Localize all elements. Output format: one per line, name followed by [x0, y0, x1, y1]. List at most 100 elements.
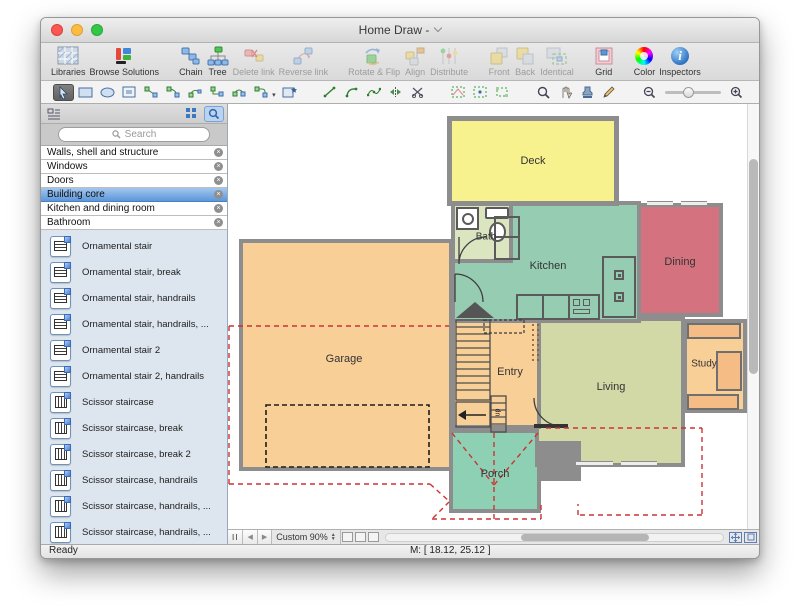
curved-connector-tool[interactable] — [228, 84, 249, 101]
rectangle-tool[interactable] — [75, 84, 96, 101]
delete-link-button[interactable]: Delete link — [233, 45, 275, 77]
stair-shape-icon[interactable] — [50, 340, 71, 361]
split-tool[interactable] — [407, 84, 428, 101]
close-window-button[interactable] — [51, 24, 63, 36]
sidebar-category-doors[interactable]: Doors× — [41, 174, 227, 188]
shape-item[interactable]: Ornamental stair, handrails — [41, 285, 227, 311]
shape-item[interactable]: Scissor staircase — [41, 389, 227, 415]
stair-shape-icon[interactable] — [50, 236, 71, 257]
stair-shape-icon[interactable] — [50, 444, 71, 465]
shape-item[interactable]: Scissor staircase, handrails, ... — [41, 493, 227, 519]
libraries-button[interactable]: Libraries — [51, 45, 86, 77]
rotate-flip-button[interactable]: Rotate & Flip — [348, 45, 400, 77]
zoom-out-button[interactable] — [639, 84, 660, 101]
shape-item[interactable]: Scissor staircase, handrails, ... — [41, 519, 227, 544]
reshape-tool[interactable] — [448, 84, 469, 101]
stair-shape-icon[interactable] — [50, 392, 71, 413]
sidebar-category-kitchen-and-dining-room[interactable]: Kitchen and dining room× — [41, 202, 227, 216]
library-organizer-button[interactable] — [44, 106, 64, 122]
shape-item[interactable]: Ornamental stair — [41, 233, 227, 259]
distribute-button[interactable]: Distribute — [430, 45, 468, 77]
pencil-tool[interactable] — [598, 84, 619, 101]
icon-view-button[interactable] — [181, 106, 201, 122]
back-button[interactable]: Back — [514, 45, 536, 77]
front-button[interactable]: Front — [488, 45, 510, 77]
arc-connector-tool[interactable] — [163, 84, 184, 101]
minimize-window-button[interactable] — [71, 24, 83, 36]
vertical-scrollbar-thumb[interactable] — [749, 159, 758, 374]
remove-category-icon[interactable]: × — [214, 204, 223, 213]
shape-item[interactable]: Ornamental stair 2 — [41, 337, 227, 363]
vertical-scrollbar[interactable] — [747, 104, 759, 529]
line-tool[interactable] — [320, 84, 341, 101]
sidebar-category-windows[interactable]: Windows× — [41, 160, 227, 174]
remove-category-icon[interactable]: × — [214, 218, 223, 227]
page-thumbnail[interactable] — [368, 532, 379, 542]
align-button[interactable]: Align — [404, 45, 426, 77]
grid-button[interactable]: Grid — [594, 45, 614, 77]
shape-item[interactable]: Ornamental stair 2, handrails — [41, 363, 227, 389]
stair-shape-icon[interactable] — [50, 470, 71, 491]
stair-shape-icon[interactable] — [50, 522, 71, 543]
search-view-button[interactable] — [204, 106, 224, 122]
zoom-tool[interactable] — [533, 84, 554, 101]
bezier-connector-tool[interactable] — [184, 84, 205, 101]
actual-size-icon[interactable] — [744, 532, 757, 543]
zoom-level-select[interactable]: Custom 90% ▲▼ — [272, 530, 340, 544]
color-button[interactable]: Color — [634, 45, 656, 77]
page-thumbnail[interactable] — [355, 532, 366, 542]
stair-shape-icon[interactable] — [50, 366, 71, 387]
remove-category-icon[interactable]: × — [214, 148, 223, 157]
remove-category-icon[interactable]: × — [214, 190, 223, 199]
ellipse-tool[interactable] — [97, 84, 118, 101]
shape-item[interactable]: Scissor staircase, break — [41, 415, 227, 441]
reverse-link-button[interactable]: Reverse link — [279, 45, 329, 77]
insert-object-tool[interactable] — [279, 84, 300, 101]
edit-vertices-tool[interactable] — [470, 84, 491, 101]
mirror-tool[interactable] — [385, 84, 406, 101]
drawing-canvas[interactable]: Deck Bath Kitchen Dining Garage Entry Li… — [228, 104, 759, 529]
next-page-button[interactable]: ▶ — [258, 530, 272, 544]
connector-dropdown-icon[interactable]: ▾ — [272, 91, 276, 99]
identical-button[interactable]: Identical — [540, 45, 574, 77]
horizontal-scrollbar[interactable] — [385, 533, 724, 542]
fit-page-icon[interactable] — [729, 532, 742, 543]
zoom-in-button[interactable] — [726, 84, 747, 101]
zoom-slider-knob[interactable] — [683, 87, 694, 98]
pan-hand-tool[interactable] — [555, 84, 576, 101]
remove-category-icon[interactable]: × — [214, 162, 223, 171]
zoom-stepper-icon[interactable]: ▲▼ — [331, 533, 336, 541]
prev-page-button[interactable]: ◀ — [243, 530, 257, 544]
shape-item[interactable]: Ornamental stair, handrails, ... — [41, 311, 227, 337]
sidebar-category-building-core[interactable]: Building core× — [41, 188, 227, 202]
transform-tool[interactable] — [492, 84, 513, 101]
stair-shape-icon[interactable] — [50, 314, 71, 335]
remove-category-icon[interactable]: × — [214, 176, 223, 185]
zoom-slider[interactable] — [665, 91, 721, 94]
shape-item[interactable]: Scissor staircase, break 2 — [41, 441, 227, 467]
stair-shape-icon[interactable] — [50, 288, 71, 309]
sidebar-category-walls-shell-and-structure[interactable]: Walls, shell and structure× — [41, 146, 227, 160]
stair-shape-icon[interactable] — [50, 262, 71, 283]
sidebar-category-bathroom[interactable]: Bathroom× — [41, 216, 227, 230]
stair-shape-icon[interactable] — [50, 496, 71, 517]
stamp-tool[interactable] — [577, 84, 598, 101]
arc-tool[interactable] — [341, 84, 362, 101]
title-chevron-icon[interactable] — [434, 24, 442, 32]
pointer-tool[interactable] — [53, 84, 74, 101]
search-input[interactable]: Search — [58, 127, 210, 142]
direct-connector-tool[interactable] — [141, 84, 162, 101]
pause-layout-button[interactable]: II — [228, 530, 243, 544]
shape-item[interactable]: Scissor staircase, handrails — [41, 467, 227, 493]
horizontal-scrollbar-thumb[interactable] — [521, 534, 649, 541]
shape-item[interactable]: Ornamental stair, break — [41, 259, 227, 285]
zoom-window-button[interactable] — [91, 24, 103, 36]
rounded-connector-tool[interactable] — [250, 84, 271, 101]
browse-solutions-button[interactable]: Browse Solutions — [90, 45, 160, 77]
text-frame-tool[interactable] — [119, 84, 140, 101]
spline-tool[interactable] — [363, 84, 384, 101]
inspectors-button[interactable]: iInspectors — [659, 45, 701, 77]
chain-button[interactable]: Chain — [179, 45, 203, 77]
page-thumbnail[interactable] — [342, 532, 353, 542]
tree-button[interactable]: Tree — [207, 45, 229, 77]
